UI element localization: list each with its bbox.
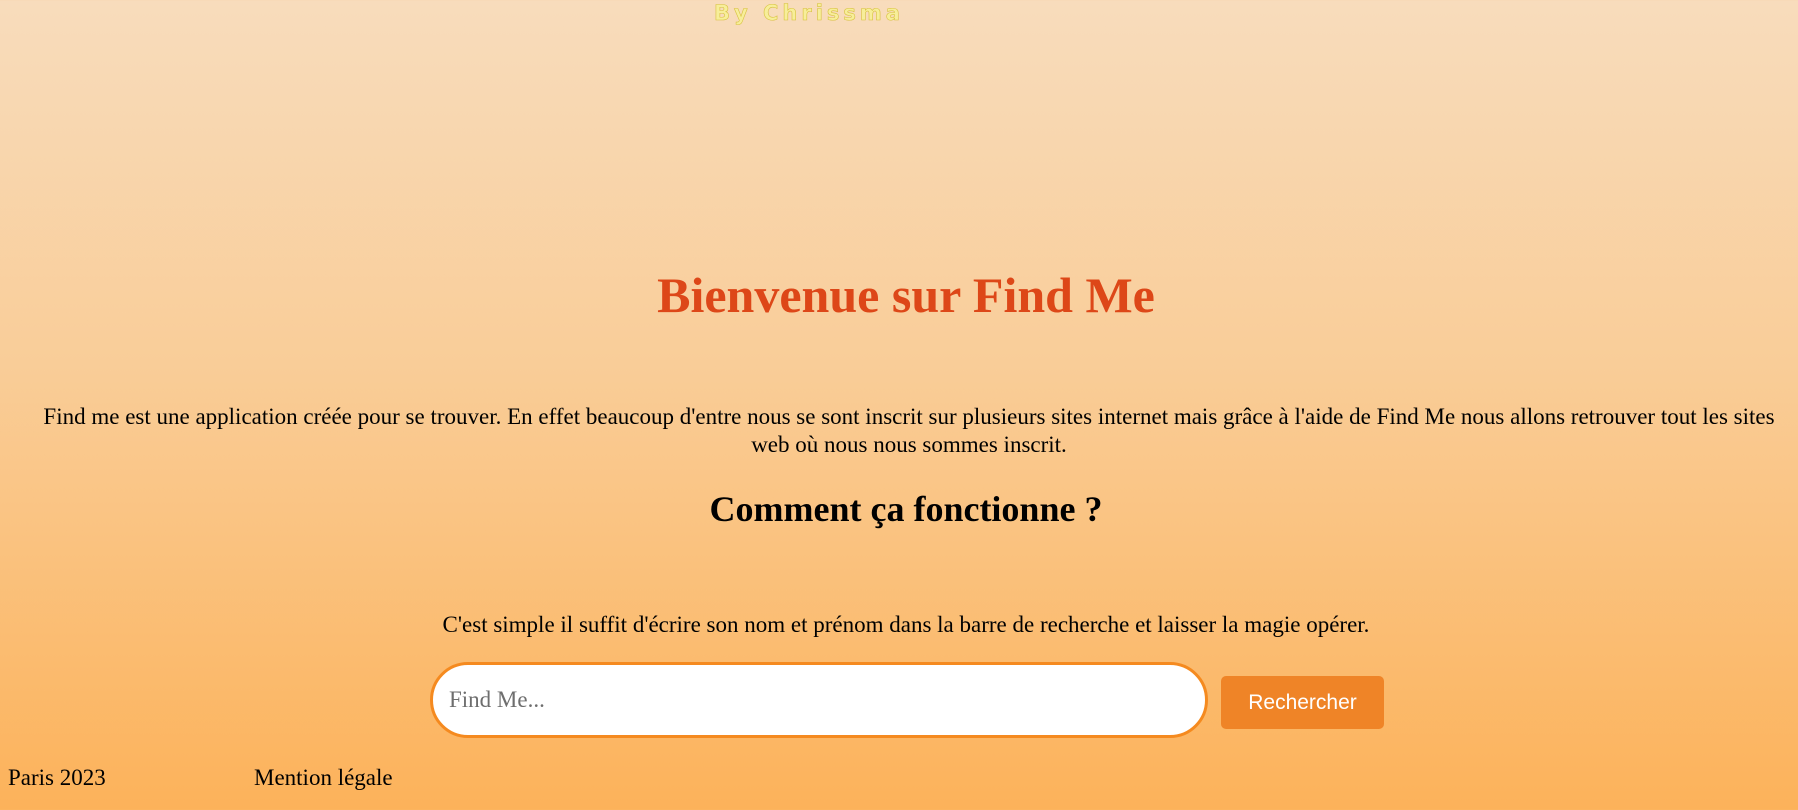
byline-text: By Chrissma	[714, 1, 904, 26]
how-it-works-text: C'est simple il suffit d'écrire son nom …	[442, 612, 1370, 637]
search-input[interactable]	[430, 662, 1208, 738]
page-title: Bienvenue sur Find Me	[657, 267, 1155, 323]
intro-paragraph: Find me est une application créée pour s…	[43, 404, 1775, 457]
search-button[interactable]: Rechercher	[1221, 676, 1384, 729]
how-it-works-heading: Comment ça fonctionne ?	[709, 489, 1103, 529]
footer-location-year: Paris 2023	[8, 765, 106, 790]
legal-notice-link[interactable]: Mention légale	[254, 764, 393, 792]
